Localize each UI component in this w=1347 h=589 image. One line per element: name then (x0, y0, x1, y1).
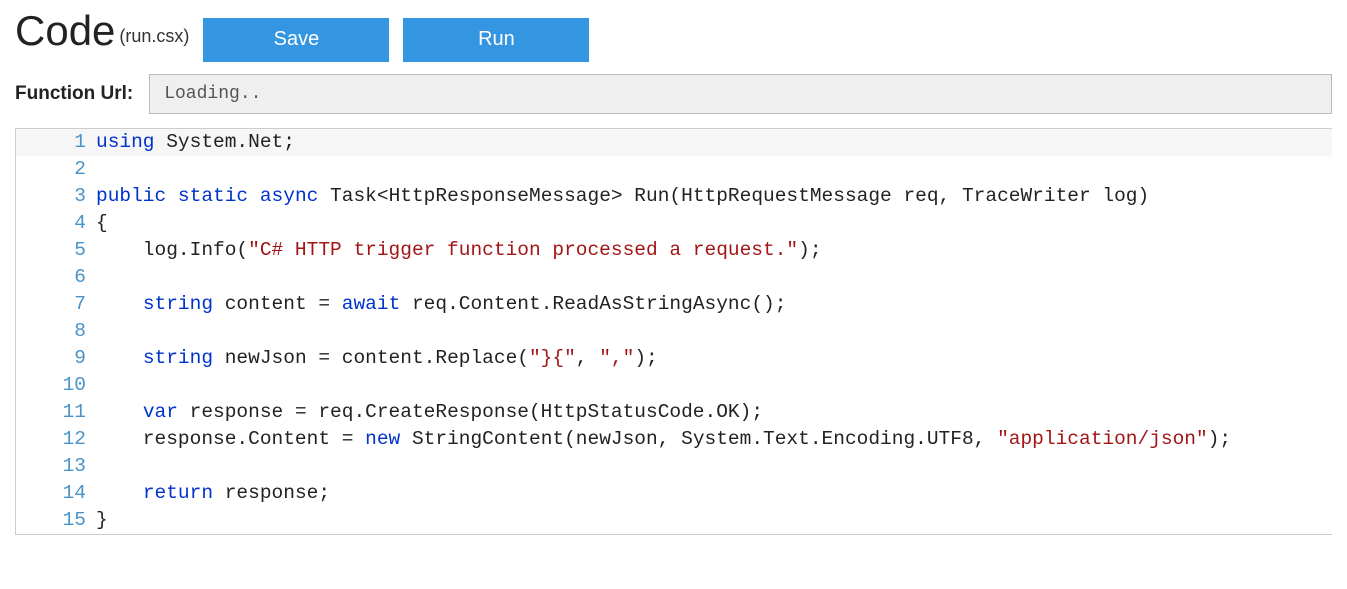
line-number: 1 (16, 129, 96, 156)
code-line[interactable]: 5 log.Info("C# HTTP trigger function pro… (16, 237, 1332, 264)
code-line[interactable]: 9 string newJson = content.Replace("}{",… (16, 345, 1332, 372)
line-number: 10 (16, 372, 96, 399)
code-content[interactable]: response.Content = new StringContent(new… (96, 426, 1332, 453)
code-line[interactable]: 4{ (16, 210, 1332, 237)
line-number: 11 (16, 399, 96, 426)
code-editor[interactable]: 1using System.Net;2 3public static async… (15, 128, 1332, 535)
code-line[interactable]: 14 return response; (16, 480, 1332, 507)
code-content[interactable]: string content = await req.Content.ReadA… (96, 291, 1332, 318)
header: Code (run.csx) Save Run (15, 10, 1332, 62)
line-number: 12 (16, 426, 96, 453)
save-button[interactable]: Save (203, 18, 389, 62)
code-content[interactable]: string newJson = content.Replace("}{", "… (96, 345, 1332, 372)
code-content[interactable] (96, 156, 1332, 183)
code-line[interactable]: 2 (16, 156, 1332, 183)
line-number: 7 (16, 291, 96, 318)
code-line[interactable]: 11 var response = req.CreateResponse(Htt… (16, 399, 1332, 426)
line-number: 5 (16, 237, 96, 264)
line-number: 3 (16, 183, 96, 210)
code-content[interactable]: using System.Net; (96, 129, 1332, 156)
line-number: 13 (16, 453, 96, 480)
code-content[interactable]: } (96, 507, 1332, 534)
page-subtitle: (run.csx) (119, 26, 189, 47)
code-content[interactable] (96, 372, 1332, 399)
page-title: Code (15, 10, 115, 52)
code-line[interactable]: 1using System.Net; (16, 129, 1332, 156)
line-number: 8 (16, 318, 96, 345)
run-button[interactable]: Run (403, 18, 589, 62)
code-line[interactable]: 13 (16, 453, 1332, 480)
code-line[interactable]: 3public static async Task<HttpResponseMe… (16, 183, 1332, 210)
line-number: 2 (16, 156, 96, 183)
code-content[interactable]: var response = req.CreateResponse(HttpSt… (96, 399, 1332, 426)
title-block: Code (run.csx) (15, 10, 189, 52)
code-content[interactable] (96, 453, 1332, 480)
line-number: 14 (16, 480, 96, 507)
line-number: 6 (16, 264, 96, 291)
line-number: 4 (16, 210, 96, 237)
line-number: 15 (16, 507, 96, 534)
code-content[interactable]: return response; (96, 480, 1332, 507)
line-number: 9 (16, 345, 96, 372)
function-url-input[interactable] (149, 74, 1332, 114)
code-line[interactable]: 12 response.Content = new StringContent(… (16, 426, 1332, 453)
code-content[interactable] (96, 318, 1332, 345)
code-content[interactable]: { (96, 210, 1332, 237)
code-content[interactable]: public static async Task<HttpResponseMes… (96, 183, 1332, 210)
code-line[interactable]: 15} (16, 507, 1332, 534)
function-url-label: Function Url: (15, 83, 133, 105)
code-content[interactable] (96, 264, 1332, 291)
code-line[interactable]: 7 string content = await req.Content.Rea… (16, 291, 1332, 318)
code-line[interactable]: 8 (16, 318, 1332, 345)
code-content[interactable]: log.Info("C# HTTP trigger function proce… (96, 237, 1332, 264)
code-line[interactable]: 6 (16, 264, 1332, 291)
function-url-row: Function Url: (15, 74, 1332, 114)
code-line[interactable]: 10 (16, 372, 1332, 399)
